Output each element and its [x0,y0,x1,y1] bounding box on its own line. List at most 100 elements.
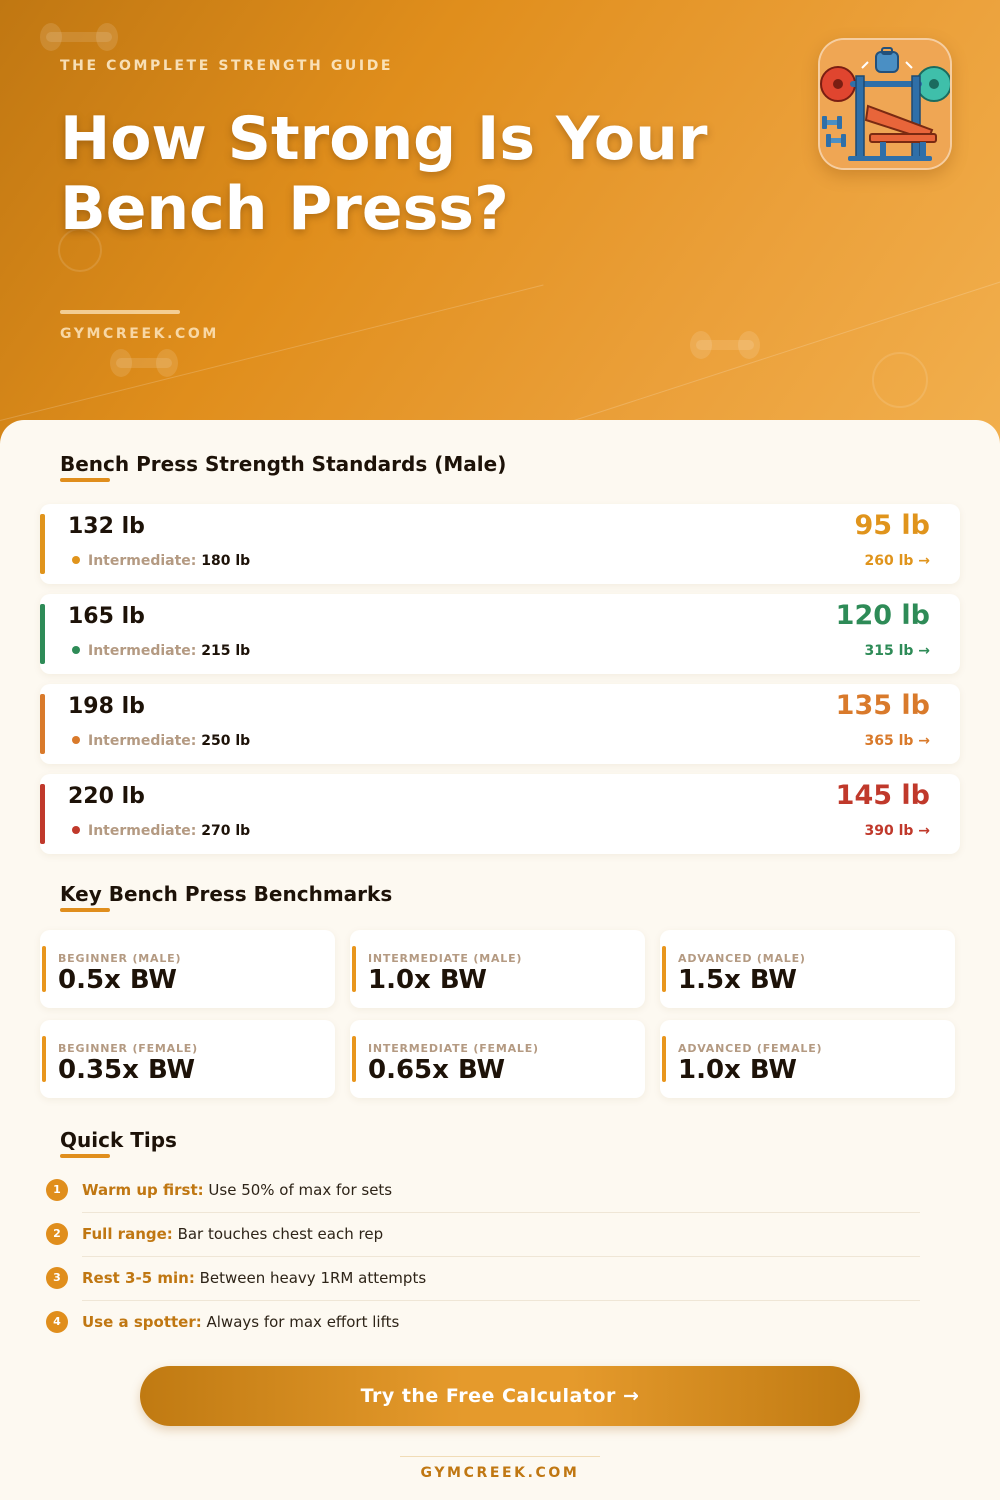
intermediate-label: Intermediate: [88,643,197,659]
advanced-value: 365 lb → [864,733,930,749]
benchmark-value: 0.35x BW [58,1055,196,1085]
dot-icon [72,826,80,834]
dot-icon [72,736,80,744]
tip-item: 4 Use a spotter: Always for max effort l… [46,1311,920,1355]
tip-body: Bar touches chest each rep [172,1225,384,1243]
eyebrow-text: THE COMPLETE STRENGTH GUIDE [60,58,394,74]
benchmark-card: BEGINNER (MALE) 0.5x BW [40,930,335,1008]
benchmark-label: BEGINNER (FEMALE) [58,1042,198,1055]
tip-heading: Rest 3-5 min: [82,1269,195,1287]
benchmark-card: ADVANCED (FEMALE) 1.0x BW [660,1020,955,1098]
tips-title: Quick Tips [60,1128,177,1152]
tip-body: Use 50% of max for sets [203,1181,393,1199]
footer-divider [400,1456,600,1457]
benchmark-card: INTERMEDIATE (FEMALE) 0.65x BW [350,1020,645,1098]
dot-icon [72,646,80,654]
intermediate-value: 270 lb [201,823,251,839]
decor-line [0,284,544,421]
beginner-value: 95 lb [854,510,930,541]
bodyweight-value: 220 lb [68,784,145,809]
beginner-value: 145 lb [835,780,930,811]
tip-body: Always for max effort lifts [201,1313,400,1331]
bodyweight-value: 198 lb [68,694,145,719]
standard-row: 165 lb Intermediate: 215 lb 120 lb 315 l… [40,594,960,674]
benchmark-label: INTERMEDIATE (MALE) [368,952,523,965]
tip-divider [82,1212,920,1213]
tip-number: 4 [46,1311,68,1333]
benchmark-label: ADVANCED (FEMALE) [678,1042,823,1055]
footer-site-name: GYMCREEK.COM [420,1465,580,1481]
tip-text: Use a spotter: Always for max effort lif… [82,1313,399,1331]
standard-row: 220 lb Intermediate: 270 lb 145 lb 390 l… [40,774,960,854]
tip-divider [82,1300,920,1301]
benchmark-value: 1.5x BW [678,965,797,995]
intermediate-label: Intermediate: [88,733,197,749]
calculator-button[interactable]: Try the Free Calculator → [140,1366,860,1426]
benchmark-label: ADVANCED (MALE) [678,952,806,965]
tip-heading: Full range: [82,1225,173,1243]
page-title: How Strong Is Your Bench Press? [60,104,760,244]
benchmark-value: 1.0x BW [678,1055,797,1085]
benchmark-accent-bar [662,946,666,992]
standard-accent-bar [40,604,45,664]
benchmarks-title-underline [60,908,110,912]
advanced-value: 390 lb → [864,823,930,839]
benchmark-accent-bar [42,1036,46,1082]
intermediate-label: Intermediate: [88,823,197,839]
tip-body: Between heavy 1RM attempts [194,1269,427,1287]
tip-number: 1 [46,1179,68,1201]
bodyweight-value: 165 lb [68,604,145,629]
bodyweight-value: 132 lb [68,514,145,539]
benchmark-value: 0.65x BW [368,1055,506,1085]
standard-row: 132 lb Intermediate: 180 lb 95 lb 260 lb… [40,504,960,584]
intermediate-info: Intermediate: 180 lb [72,553,250,569]
advanced-value: 260 lb → [864,553,930,569]
intermediate-label: Intermediate: [88,553,197,569]
decor-ring [872,352,928,408]
intermediate-value: 180 lb [201,553,251,569]
tip-text: Rest 3-5 min: Between heavy 1RM attempts [82,1269,426,1287]
standards-title: Bench Press Strength Standards (Male) [60,452,507,476]
bench-press-icon [818,38,952,170]
advanced-value: 315 lb → [864,643,930,659]
beginner-value: 120 lb [835,600,930,631]
site-name: GYMCREEK.COM [60,326,219,342]
intermediate-info: Intermediate: 270 lb [72,823,250,839]
standard-accent-bar [40,514,45,574]
benchmark-card: INTERMEDIATE (MALE) 1.0x BW [350,930,645,1008]
page-title-line1: How Strong Is Your [60,104,708,174]
standard-accent-bar [40,784,45,844]
beginner-value: 135 lb [835,690,930,721]
intermediate-value: 215 lb [201,643,251,659]
hero-header: THE COMPLETE STRENGTH GUIDE How Strong I… [0,0,1000,470]
benchmark-card: ADVANCED (MALE) 1.5x BW [660,930,955,1008]
benchmark-card: BEGINNER (FEMALE) 0.35x BW [40,1020,335,1098]
decor-dumbbell [40,23,118,51]
tip-text: Full range: Bar touches chest each rep [82,1225,383,1243]
tip-item: 1 Warm up first: Use 50% of max for sets [46,1179,920,1223]
benchmark-accent-bar [352,1036,356,1082]
benchmarks-title: Key Bench Press Benchmarks [60,882,393,906]
hero-divider [60,310,180,314]
tip-item: 2 Full range: Bar touches chest each rep [46,1223,920,1267]
tip-heading: Warm up first: [82,1181,204,1199]
standards-title-underline [60,478,110,482]
dot-icon [72,556,80,564]
benchmark-accent-bar [352,946,356,992]
benchmark-accent-bar [662,1036,666,1082]
tip-text: Warm up first: Use 50% of max for sets [82,1181,392,1199]
standard-accent-bar [40,694,45,754]
benchmark-accent-bar [42,946,46,992]
benchmark-value: 1.0x BW [368,965,487,995]
standard-row: 198 lb Intermediate: 250 lb 135 lb 365 l… [40,684,960,764]
benchmark-label: INTERMEDIATE (FEMALE) [368,1042,539,1055]
benchmark-value: 0.5x BW [58,965,177,995]
intermediate-value: 250 lb [201,733,251,749]
intermediate-info: Intermediate: 215 lb [72,643,250,659]
tip-number: 2 [46,1223,68,1245]
benchmark-label: BEGINNER (MALE) [58,952,182,965]
intermediate-info: Intermediate: 250 lb [72,733,250,749]
decor-dumbbell [690,331,760,359]
page-title-line2: Bench Press? [60,174,509,244]
decor-dumbbell [110,349,178,377]
